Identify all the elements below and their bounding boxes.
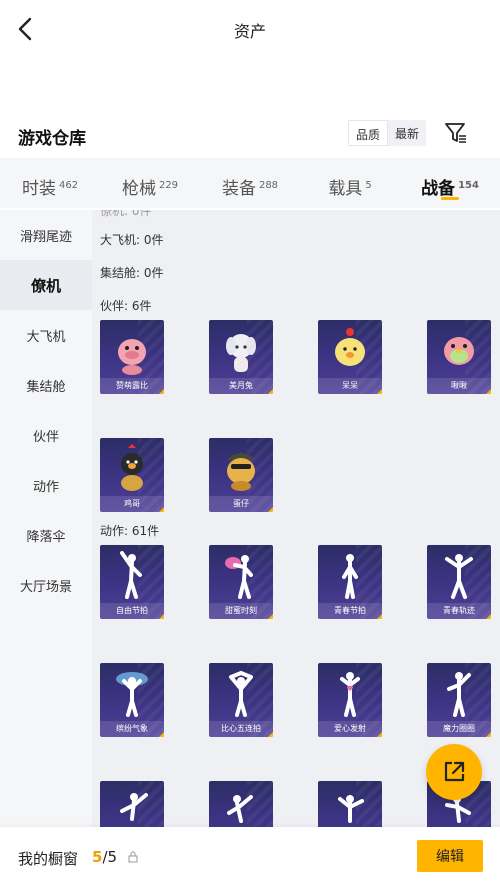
pink-bird-partner-icon — [444, 337, 474, 365]
tab-count: 288 — [258, 180, 279, 191]
dancer-icon — [338, 795, 364, 823]
emote-card[interactable]: 青春轨迹 — [427, 545, 491, 619]
item-name: 美月兔 — [209, 378, 273, 394]
dancer-icon — [229, 671, 253, 717]
sidebar-item-capsule[interactable]: 集结舱 — [0, 360, 92, 410]
sidebar-item-parachute[interactable]: 降落伞 — [0, 510, 92, 560]
tab-fashion[interactable]: 时装 462 — [0, 158, 100, 208]
dancer-icon — [225, 555, 253, 599]
item-name: 蛋仔 — [209, 496, 273, 512]
showcase-current: 5 — [92, 848, 103, 866]
lock-icon — [128, 851, 138, 863]
tab-label: 战备 — [421, 179, 456, 199]
edit-button[interactable]: 编辑 — [417, 840, 483, 872]
showcase-count: 5/5 — [92, 848, 117, 866]
emote-card[interactable]: 爱心发射 — [318, 663, 382, 737]
share-icon — [444, 761, 465, 782]
tab-guns[interactable]: 枪械 229 — [100, 158, 200, 208]
partner-card[interactable]: 美月兔 — [209, 320, 273, 394]
item-name: 比心五连拍 — [209, 721, 273, 737]
item-name: 爱心发射 — [318, 721, 382, 737]
partner-card[interactable]: 啾啾 — [427, 320, 491, 394]
emote-card[interactable]: 自由节拍 — [100, 545, 164, 619]
filter-icon — [445, 123, 466, 143]
sidebar-item-lobby-scene[interactable]: 大厅场景 — [0, 560, 92, 610]
sidebar-item-glide-trail[interactable]: 滑翔尾迹 — [0, 210, 92, 260]
dancer-icon — [340, 672, 360, 717]
dancer-icon — [447, 672, 471, 717]
active-tab-indicator — [441, 197, 459, 200]
sidebar-item-emote[interactable]: 动作 — [0, 460, 92, 510]
partner-card[interactable]: 赞萌露比 — [100, 320, 164, 394]
section-title: 游戏仓库 — [18, 129, 86, 149]
partner-card[interactable]: 呆呆 — [318, 320, 382, 394]
tab-count: 229 — [158, 180, 179, 191]
item-name: 甜蜜时刻 — [209, 603, 273, 619]
item-name: 魔力圈圈 — [427, 721, 491, 737]
tab-war-prep[interactable]: 战备 154 — [400, 158, 500, 208]
emote-card[interactable]: 缤纷气象 — [100, 663, 164, 737]
sidebar: 滑翔尾迹 僚机 大飞机 集结舱 伙伴 动作 降落伞 大厅场景 — [0, 210, 92, 827]
showcase-total: /5 — [102, 848, 118, 866]
dancer-icon — [120, 551, 142, 599]
item-name: 青春节拍 — [318, 603, 382, 619]
sidebar-item-big-plane[interactable]: 大飞机 — [0, 310, 92, 360]
sort-toggle: 品质 最新 — [348, 120, 427, 146]
sidebar-item-partner[interactable]: 伙伴 — [0, 410, 92, 460]
category-tabs: 时装 462 枪械 229 装备 288 载具 5 战备 154 — [0, 158, 500, 208]
chicken-partner-icon — [121, 444, 143, 491]
tab-label: 枪械 — [121, 179, 156, 199]
emote-card[interactable] — [318, 781, 382, 827]
category-count-wingman: 僚机: 0件 — [100, 210, 152, 218]
top-bar: 资产 — [0, 0, 500, 58]
tab-label: 载具 — [328, 179, 363, 199]
share-button[interactable] — [426, 744, 482, 800]
item-name: 鸡哥 — [100, 496, 164, 512]
chick-partner-icon — [335, 328, 365, 366]
item-name: 呆呆 — [318, 378, 382, 394]
dancer-icon — [120, 793, 148, 821]
tab-equipment[interactable]: 装备 288 — [200, 158, 300, 208]
category-count-partner: 伙伴: 6件 — [100, 299, 152, 313]
dancer-icon — [227, 795, 253, 823]
sidebar-item-wingman[interactable]: 僚机 — [0, 260, 92, 310]
emote-card[interactable]: 魔力圈圈 — [427, 663, 491, 737]
showcase-label: 我的橱窗 — [18, 850, 79, 868]
dancer-icon — [342, 554, 358, 599]
emote-card[interactable] — [209, 781, 273, 827]
sort-quality-button[interactable]: 品质 — [348, 120, 389, 146]
category-count-capsule: 集结舱: 0件 — [100, 266, 164, 280]
partner-card[interactable]: 鸡哥 — [100, 438, 164, 512]
partner-card[interactable]: 蛋仔 — [209, 438, 273, 512]
emote-card[interactable]: 青春节拍 — [318, 545, 382, 619]
tab-label: 装备 — [221, 179, 256, 199]
item-name: 啾啾 — [427, 378, 491, 394]
sort-newest-button[interactable]: 最新 — [388, 120, 426, 146]
tab-label: 时装 — [21, 179, 56, 199]
item-name: 自由节拍 — [100, 603, 164, 619]
category-count-emote: 动作: 61件 — [100, 524, 160, 538]
page-title: 资产 — [233, 22, 266, 41]
egg-soldier-partner-icon — [227, 453, 255, 491]
filter-button[interactable] — [443, 120, 469, 146]
white-rabbit-partner-icon — [226, 334, 256, 372]
dancer-icon — [445, 554, 473, 599]
tab-count: 5 — [365, 180, 372, 191]
bottom-bar: 我的橱窗 5/5 编辑 — [0, 827, 500, 885]
item-content: 僚机: 0件 大飞机: 0件 集结舱: 0件 伙伴: 6件 赞萌露比 美月兔 呆… — [92, 210, 500, 827]
tab-count: 154 — [458, 180, 479, 191]
emote-card[interactable]: 甜蜜时刻 — [209, 545, 273, 619]
category-count-plane: 大飞机: 0件 — [100, 233, 164, 247]
emote-card[interactable]: 比心五连拍 — [209, 663, 273, 737]
item-name: 赞萌露比 — [100, 378, 164, 394]
tab-vehicles[interactable]: 载具 5 — [300, 158, 400, 208]
dancer-icon — [116, 672, 148, 717]
emote-card[interactable] — [100, 781, 164, 827]
tab-count: 462 — [58, 180, 79, 191]
item-name: 缤纷气象 — [100, 721, 164, 737]
item-name: 青春轨迹 — [427, 603, 491, 619]
pink-pig-partner-icon — [118, 339, 146, 375]
